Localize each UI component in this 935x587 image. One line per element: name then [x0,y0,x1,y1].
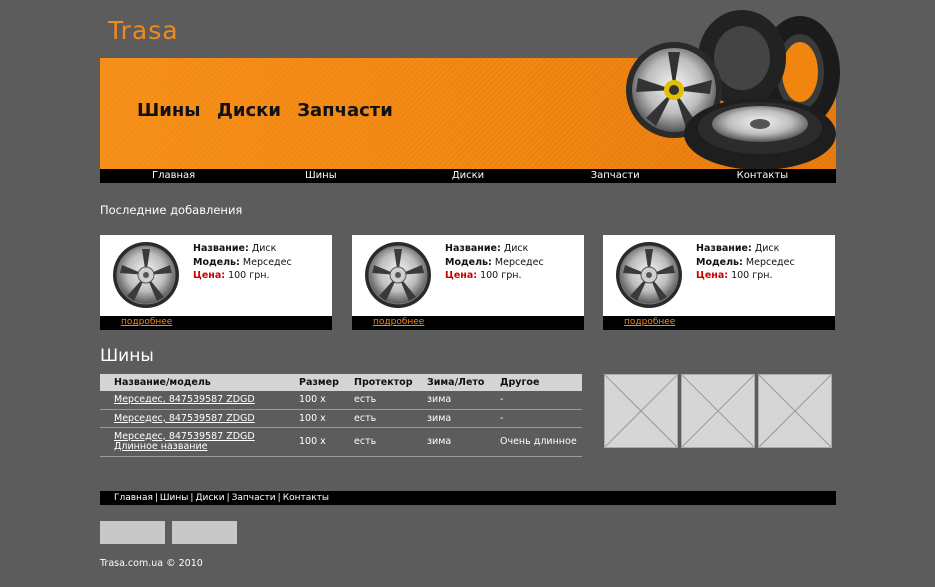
product-card: Название: Диск Модель: Мерседес Цена: 10… [352,235,584,330]
product-name: Диск [503,243,529,254]
card-footer: подробнее [352,316,584,330]
product-card: Название: Диск Модель: Мерседес Цена: 10… [100,235,332,330]
price-label: Цена: [193,270,226,281]
table-row: Мерседес, 847539587 ZDGD Длинное названи… [100,427,582,457]
name-label: Название: [696,243,752,254]
model-label: Модель: [193,256,240,268]
footer-nav: Главная | Шины | Диски | Запчасти | Контакты [100,491,836,505]
product-card: Название: Диск Модель: Мерседес Цена: 10… [603,235,835,330]
column-header-size: Размер [299,374,354,391]
footer-link-tires[interactable]: Шины [160,493,188,503]
price-label: Цена: [696,270,729,281]
cell-other: - [500,409,582,428]
cell-season: зима [427,391,500,410]
cell-tread: есть [354,409,427,428]
cell-name: Мерседес, 847539587 ZDGD [100,409,299,428]
footer-link-rims[interactable]: Диски [195,493,224,503]
cell-size: 100 x [299,409,354,428]
product-name: Диск [251,243,277,254]
footer-separator: | [277,493,281,503]
card-footer: подробнее [603,316,835,330]
cell-season: зима [427,427,500,457]
cell-other: - [500,391,582,410]
product-model: Мерседес [494,256,544,268]
product-model: Мерседес [745,256,795,268]
table-header-row: Название/модель Размер Протектор Зима/Ле… [100,374,582,391]
tire-link[interactable]: Мерседес, 847539587 ZDGD [114,413,255,424]
cell-tread: есть [354,427,427,457]
tires-table: Название/модель Размер Протектор Зима/Ле… [100,374,582,457]
card-footer: подробнее [100,316,332,330]
name-label: Название: [193,243,249,254]
nav-item-home[interactable]: Главная [100,169,247,183]
cell-other: Очень длинное [500,427,582,457]
rim-thumbnail[interactable] [112,241,180,309]
image-placeholder[interactable] [758,374,832,448]
copyright: Trasa.com.ua © 2010 [100,558,203,569]
product-info: Название: Диск Модель: Мерседес Цена: 10… [445,242,544,283]
table-row: Мерседес, 847539587 ZDGD 100 x есть зима… [100,391,582,410]
name-label: Название: [445,243,501,254]
cell-size: 100 x [299,427,354,457]
rim-thumbnail[interactable] [615,241,683,309]
tires-heading: Шины [100,346,154,366]
price-label: Цена: [445,270,478,281]
banner-title: Шины Диски Запчасти [137,100,393,121]
product-price: 100 грн. [480,270,522,281]
cell-name: Мерседес, 847539587 ZDGD Длинное названи… [100,427,299,457]
tire-link[interactable]: Мерседес, 847539587 ZDGD Длинное названи… [114,431,255,452]
product-info: Название: Диск Модель: Мерседес Цена: 10… [696,242,795,283]
tire-front [684,98,836,170]
footer-link-contacts[interactable]: Контакты [283,493,329,503]
footer-banner-placeholder[interactable] [100,521,165,544]
footer-banner-placeholder[interactable] [172,521,237,544]
cell-season: зима [427,409,500,428]
footer-separator: | [190,493,194,503]
footer-separator: | [154,493,158,503]
footer-link-home[interactable]: Главная [114,493,153,503]
product-model: Мерседес [242,256,292,268]
product-info: Название: Диск Модель: Мерседес Цена: 10… [193,242,292,283]
footer-separator: | [226,493,230,503]
image-placeholder[interactable] [681,374,755,448]
main-nav: Главная Шины Диски Запчасти Контакты [100,169,836,183]
nav-item-parts[interactable]: Запчасти [542,169,689,183]
cell-name: Мерседес, 847539587 ZDGD [100,391,299,410]
header-banner: Шины Диски Запчасти [100,10,840,170]
tires-and-rim-image [626,10,840,170]
footer-link-parts[interactable]: Запчасти [232,493,276,503]
nav-item-tires[interactable]: Шины [247,169,394,183]
column-header-name: Название/модель [100,374,299,391]
more-link[interactable]: подробнее [373,317,424,327]
nav-item-contacts[interactable]: Контакты [689,169,836,183]
cell-tread: есть [354,391,427,410]
cell-size: 100 x [299,391,354,410]
product-name: Диск [754,243,780,254]
product-price: 100 грн. [731,270,773,281]
product-price: 100 грн. [228,270,270,281]
latest-heading: Последние добавления [100,203,243,217]
model-label: Модель: [696,256,743,268]
image-placeholder[interactable] [604,374,678,448]
column-header-other: Другое [500,374,582,391]
more-link[interactable]: подробнее [121,317,172,327]
nav-item-rims[interactable]: Диски [394,169,541,183]
tire-link[interactable]: Мерседес, 847539587 ZDGD [114,394,255,405]
site-logo[interactable]: Trasa [108,16,179,45]
column-header-tread: Протектор [354,374,427,391]
more-link[interactable]: подробнее [624,317,675,327]
column-header-season: Зима/Лето [427,374,500,391]
model-label: Модель: [445,256,492,268]
table-row: Мерседес, 847539587 ZDGD 100 x есть зима… [100,409,582,428]
rim-thumbnail[interactable] [364,241,432,309]
